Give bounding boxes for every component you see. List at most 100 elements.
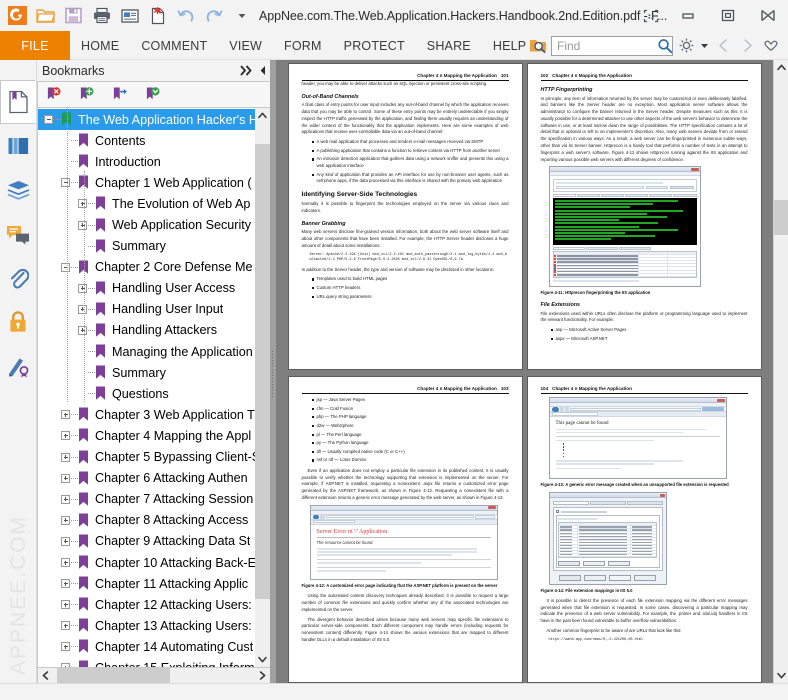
- bookmark-item[interactable]: Web Application Security: [38, 214, 255, 235]
- pdf-page[interactable]: Chapter 4 n Mapping the Application 101 he…: [288, 64, 522, 369]
- scroll-right-icon[interactable]: [255, 668, 270, 683]
- sidebar-item-thumbnails[interactable]: [0, 124, 36, 168]
- bookmark-item[interactable]: Chapter 10 Attacking Back-E: [38, 552, 255, 573]
- goto-bookmark-icon[interactable]: [112, 87, 128, 103]
- bookmarks-horizontal-scrollbar[interactable]: [37, 668, 270, 683]
- doc-scroll-thumb[interactable]: [774, 199, 788, 236]
- expand-node-icon[interactable]: [61, 558, 70, 568]
- pdf-page[interactable]: 104 Chapter 4 n Mapping the Application Th…: [527, 377, 761, 682]
- magnifier-icon[interactable]: [657, 38, 673, 54]
- expand-node-icon[interactable]: [61, 431, 70, 441]
- tab-form[interactable]: FORM: [273, 31, 333, 60]
- bookmarks-hscroll-track[interactable]: [53, 668, 255, 683]
- settings-gear-icon[interactable]: [675, 35, 697, 57]
- bookmark-item[interactable]: Chapter 7 Attacking Session: [38, 489, 255, 510]
- bookmark-item[interactable]: Introduction: [38, 151, 255, 172]
- bookmark-item[interactable]: Managing the Application: [38, 341, 255, 362]
- pdf-page[interactable]: Chapter 4 n Mapping the Application 103 js…: [288, 377, 522, 682]
- expand-node-icon[interactable]: [61, 473, 70, 483]
- tab-file[interactable]: FILE: [0, 31, 70, 60]
- bookmark-item[interactable]: Chapter 5 Bypassing Client-S: [38, 447, 255, 468]
- bookmarks-hscroll-thumb[interactable]: [57, 668, 171, 683]
- bookmark-item[interactable]: Handling Attackers: [38, 320, 255, 341]
- delete-bookmark-icon[interactable]: [46, 87, 62, 103]
- splitter-grip[interactable]: [271, 349, 275, 397]
- expand-node-icon[interactable]: [61, 494, 70, 504]
- expand-node-icon[interactable]: [78, 199, 87, 209]
- search-folder-icon[interactable]: [527, 35, 549, 57]
- expand-node-icon[interactable]: [61, 536, 70, 546]
- bookmark-item[interactable]: Contents: [38, 130, 255, 151]
- sidebar-item-bookmarks[interactable]: [0, 80, 36, 124]
- email-icon[interactable]: [116, 3, 143, 28]
- bookmark-item[interactable]: Questions: [38, 383, 255, 404]
- redo-icon[interactable]: [200, 3, 227, 28]
- collapse-node-icon[interactable]: [61, 262, 70, 272]
- minimize-button[interactable]: [668, 0, 708, 31]
- bookmarks-scroll-thumb[interactable]: [255, 144, 270, 600]
- sidebar-item-attachments[interactable]: [0, 256, 36, 300]
- expand-node-icon[interactable]: [78, 304, 87, 314]
- bookmark-item[interactable]: Chapter 9 Attacking Data St: [38, 531, 255, 552]
- print-icon[interactable]: [88, 3, 115, 28]
- doc-scroll-down-icon[interactable]: [774, 668, 788, 683]
- expand-node-icon[interactable]: [78, 220, 87, 230]
- bookmark-item[interactable]: Handling User Input: [38, 299, 255, 320]
- expand-node-icon[interactable]: [61, 621, 70, 631]
- expand-node-icon[interactable]: [61, 452, 70, 462]
- bookmark-item[interactable]: Chapter 6 Attacking Authen: [38, 468, 255, 489]
- sidebar-item-layers[interactable]: [0, 168, 36, 212]
- bookmarks-tree[interactable]: The Web Application Hacker's H Contents In…: [38, 108, 255, 667]
- sidebar-item-signatures[interactable]: [0, 344, 36, 388]
- tab-protect[interactable]: PROTECT: [333, 31, 416, 60]
- bookmark-options-icon[interactable]: [145, 87, 161, 103]
- bookmark-item[interactable]: Handling User Access: [38, 278, 255, 299]
- expand-node-icon[interactable]: [78, 325, 87, 335]
- app-logo-icon[interactable]: [4, 3, 31, 28]
- sidebar-item-security[interactable]: [0, 300, 36, 344]
- collapse-node-icon[interactable]: [61, 178, 70, 188]
- maximize-button[interactable]: [708, 0, 748, 31]
- bookmark-item[interactable]: Summary: [38, 362, 255, 383]
- collapse-panel-icon[interactable]: [259, 65, 267, 76]
- bookmark-item[interactable]: Chapter 13 Attacking Users:: [38, 615, 255, 636]
- search-input[interactable]: [557, 37, 657, 54]
- scroll-up-icon[interactable]: [255, 108, 270, 123]
- bookmark-item[interactable]: Chapter 14 Automating Cust: [38, 636, 255, 657]
- bookmark-item[interactable]: Chapter 12 Attacking Users:: [38, 594, 255, 615]
- expand-node-icon[interactable]: [78, 283, 87, 293]
- bookmarks-scroll-track[interactable]: [255, 123, 270, 652]
- tab-share[interactable]: SHARE: [416, 31, 482, 60]
- tab-view[interactable]: VIEW: [218, 31, 273, 60]
- scroll-left-icon[interactable]: [38, 668, 53, 683]
- document-viewer[interactable]: Chapter 4 n Mapping the Application 101 he…: [276, 60, 788, 683]
- document-vertical-scrollbar[interactable]: [773, 60, 788, 683]
- next-view-icon[interactable]: [736, 35, 758, 57]
- bookmark-item[interactable]: Chapter 4 Mapping the Appl: [38, 425, 255, 446]
- scroll-down-icon[interactable]: [255, 652, 270, 667]
- bookmark-item[interactable]: Chapter 1 Web Application (: [38, 172, 255, 193]
- close-button[interactable]: [748, 0, 788, 31]
- collapse-ribbon-icon[interactable]: [760, 35, 782, 57]
- settings-dropdown-icon[interactable]: [699, 35, 710, 57]
- bookmark-item[interactable]: Chapter 8 Attacking Access: [38, 510, 255, 531]
- doc-scroll-up-icon[interactable]: [774, 60, 788, 75]
- bookmark-item[interactable]: Chapter 11 Attacking Applic: [38, 573, 255, 594]
- expand-node-icon[interactable]: [61, 600, 70, 610]
- tab-home[interactable]: HOME: [70, 31, 130, 60]
- save-icon[interactable]: [60, 3, 87, 28]
- bookmark-item[interactable]: The Evolution of Web Ap: [38, 193, 255, 214]
- bookmark-item[interactable]: The Web Application Hacker's H: [38, 109, 255, 131]
- add-bookmark-icon[interactable]: [79, 87, 95, 103]
- bookmarks-vertical-scrollbar[interactable]: [255, 108, 270, 667]
- bookmark-item[interactable]: Chapter 3 Web Application T: [38, 404, 255, 425]
- bookmark-item[interactable]: Chapter 2 Core Defense Me: [38, 257, 255, 278]
- collapse-node-icon[interactable]: [44, 115, 53, 125]
- new-from-file-icon[interactable]: [144, 3, 171, 28]
- expand-node-icon[interactable]: [61, 579, 70, 589]
- prev-view-icon[interactable]: [712, 35, 734, 57]
- tab-comment[interactable]: COMMENT: [130, 31, 218, 60]
- undo-icon[interactable]: [172, 3, 199, 28]
- expand-node-icon[interactable]: [61, 663, 70, 667]
- expand-node-icon[interactable]: [61, 642, 70, 652]
